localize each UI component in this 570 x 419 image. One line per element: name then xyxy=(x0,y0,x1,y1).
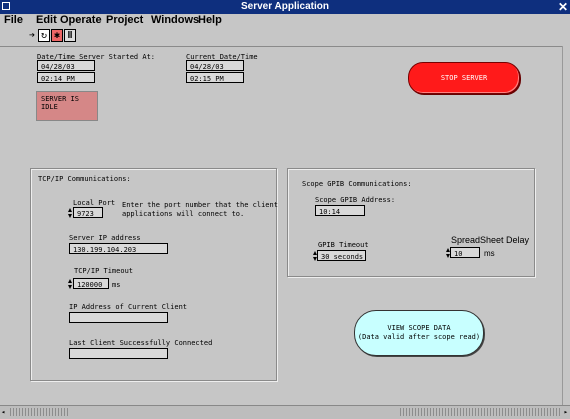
title-bar: Server Application ✕ xyxy=(0,0,570,14)
tcp-timeout-stepper[interactable] xyxy=(68,279,72,289)
stop-server-label: STOP SERVER xyxy=(440,74,488,82)
menu-bar: File Edit Operate Project Windows Help xyxy=(0,14,570,26)
tcp-timeout-unit: ms xyxy=(112,281,121,289)
menu-operate[interactable]: Operate xyxy=(60,14,102,26)
server-start-time: 02:14 PM xyxy=(37,72,95,83)
tcp-timeout-label: TCP/IP Timeout xyxy=(74,267,134,275)
spreadsheet-delay-input[interactable]: 10 xyxy=(450,247,480,258)
status-text: SERVER IS IDLE xyxy=(41,95,79,111)
view-scope-data-button[interactable]: VIEW SCOPE DATA (Data valid after scope … xyxy=(354,310,484,356)
vertical-scrollbar[interactable] xyxy=(562,46,570,405)
horizontal-scroll-track xyxy=(400,408,560,416)
server-start-date: 04/28/03 xyxy=(37,60,95,71)
server-ip-value: 130.199.104.203 xyxy=(69,243,168,254)
horizontal-scroll-thumb[interactable] xyxy=(10,408,70,416)
menu-file[interactable]: File xyxy=(4,14,23,26)
menu-edit[interactable]: Edit xyxy=(36,14,57,26)
horizontal-scrollbar[interactable]: ◂ ▸ xyxy=(0,405,570,419)
local-port-label: Local Port xyxy=(73,199,116,207)
gpib-timeout-label: GPIB Timeout xyxy=(318,241,369,249)
menu-project[interactable]: Project xyxy=(106,14,143,26)
abort-icon[interactable]: ✱ xyxy=(51,29,63,42)
toolbar: ➔ ↻ ✱ ǁ xyxy=(0,26,570,47)
tcp-title: TCP/IP Communications: xyxy=(38,175,131,183)
spreadsheet-delay-label: SpreadSheet Delay xyxy=(451,235,530,245)
pause-icon[interactable]: ǁ xyxy=(64,29,76,42)
tcp-timeout-input[interactable]: 120000 xyxy=(73,278,109,289)
current-date: 04/28/03 xyxy=(186,60,244,71)
client-ip-value xyxy=(69,312,168,323)
local-port-stepper[interactable] xyxy=(68,208,72,218)
local-port-input[interactable]: 9723 xyxy=(73,207,103,218)
menu-windows[interactable]: Windows xyxy=(151,14,199,26)
status-indicator: SERVER IS IDLE xyxy=(36,91,98,121)
window-title: Server Application xyxy=(241,1,329,12)
gpib-address-value: 10:14 xyxy=(315,205,365,216)
run-continuous-icon[interactable]: ↻ xyxy=(38,29,50,42)
server-ip-label: Server IP address xyxy=(69,234,141,242)
stop-server-button[interactable]: STOP SERVER xyxy=(408,62,520,94)
spreadsheet-delay-unit: ms xyxy=(484,249,495,258)
gpib-title: Scope GPIB Communications: xyxy=(302,180,412,188)
gpib-address-label: Scope GPIB Address: xyxy=(315,196,396,204)
view-scope-data-label: VIEW SCOPE DATA xyxy=(387,324,451,332)
menu-help[interactable]: Help xyxy=(198,14,222,26)
run-arrow-icon[interactable]: ➔ xyxy=(26,29,38,42)
view-scope-data-note: (Data valid after scope read) xyxy=(357,333,481,341)
gpib-timeout-input[interactable]: 30 seconds xyxy=(317,250,366,261)
close-icon[interactable]: ✕ xyxy=(558,0,568,14)
client-ip-label: IP Address of Current Client xyxy=(69,303,188,311)
port-help-text: Enter the port number that the client ap… xyxy=(122,201,278,218)
last-client-label: Last Client Successfully Connected xyxy=(69,339,213,347)
scroll-right-icon[interactable]: ▸ xyxy=(564,408,568,416)
scroll-left-icon[interactable]: ◂ xyxy=(1,408,5,416)
current-time: 02:15 PM xyxy=(186,72,244,83)
last-client-value xyxy=(69,348,168,359)
